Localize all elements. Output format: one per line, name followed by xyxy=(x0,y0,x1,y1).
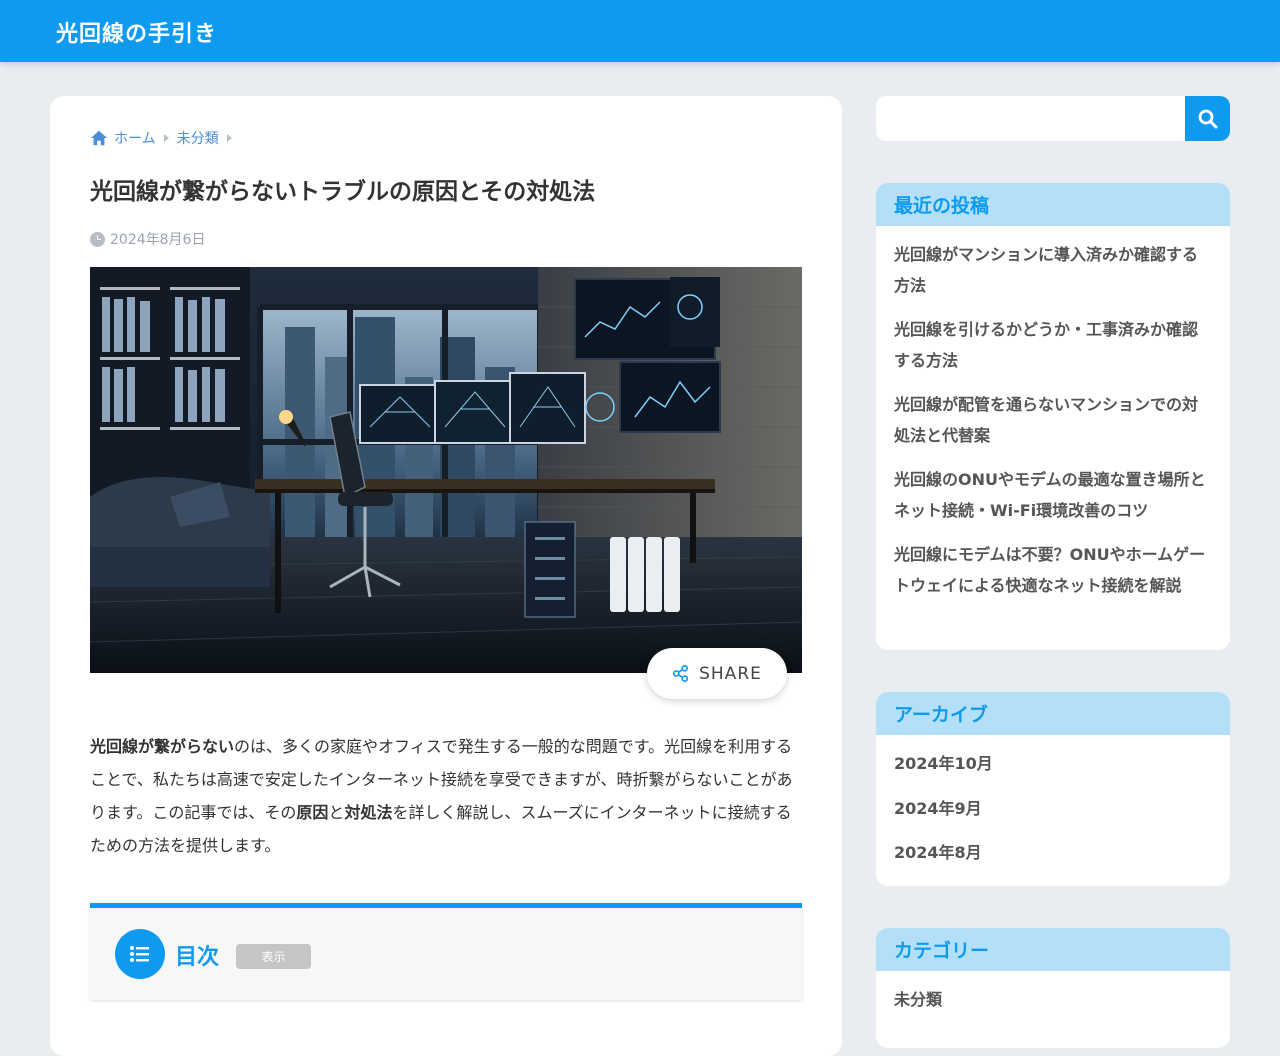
featured-image xyxy=(90,267,802,673)
breadcrumb-separator-icon xyxy=(226,134,232,142)
archive-list: 2024年10月 2024年9月 2024年8月 xyxy=(876,735,1230,868)
recent-posts-widget: 最近の投稿 光回線がマンションに導入済みか確認する方法 光回線を引けるかどうか・… xyxy=(876,183,1230,650)
search-button[interactable] xyxy=(1185,96,1230,141)
category-widget: カテゴリー 未分類 xyxy=(876,928,1230,1048)
recent-post-link[interactable]: 光回線にモデムは不要？ONUやホームゲートウェイによる快適なネット接続を解説 xyxy=(894,540,1212,601)
toc-title: 目次 xyxy=(175,945,220,970)
site-title[interactable]: 光回線の手引き xyxy=(56,16,217,48)
breadcrumb-home-link[interactable]: ホーム xyxy=(114,128,156,148)
archive-widget: アーカイブ 2024年10月 2024年9月 2024年8月 xyxy=(876,692,1230,886)
intro-and: と xyxy=(328,803,345,822)
home-icon[interactable] xyxy=(90,129,108,147)
toc-toggle-button[interactable]: 表示 xyxy=(236,944,311,969)
office-illustration xyxy=(90,267,802,673)
recent-post-link[interactable]: 光回線がマンションに導入済みか確認する方法 xyxy=(894,240,1212,301)
share-icon xyxy=(672,665,689,682)
category-title: カテゴリー xyxy=(876,928,1230,971)
category-link[interactable]: 未分類 xyxy=(894,985,1212,1015)
category-list: 未分類 xyxy=(876,971,1230,1015)
article-card: ホーム 未分類 光回線が繋がらないトラブルの原因とその対処法 2024年8月6日 xyxy=(50,96,842,1056)
site-header: 光回線の手引き xyxy=(0,0,1280,62)
recent-post-link[interactable]: 光回線を引けるかどうか・工事済みか確認する方法 xyxy=(894,315,1212,376)
table-of-contents: 目次 表示 xyxy=(90,903,802,1000)
archive-title: アーカイブ xyxy=(876,692,1230,735)
intro-bold-topic: 光回線が繋がらない xyxy=(90,737,235,756)
article-intro: 光回線が繋がらないのは、多くの家庭やオフィスで発生する一般的な問題です。光回線を… xyxy=(90,730,802,862)
search-form xyxy=(876,96,1230,141)
recent-posts-title: 最近の投稿 xyxy=(876,183,1230,226)
search-input[interactable] xyxy=(876,96,1185,141)
archive-link[interactable]: 2024年10月 xyxy=(894,749,1212,779)
post-date-text: 2024年8月6日 xyxy=(110,232,206,248)
page-title: 光回線が繋がらないトラブルの原因とその対処法 xyxy=(90,179,596,205)
post-date: 2024年8月6日 xyxy=(90,229,205,249)
recent-post-link[interactable]: 光回線が配管を通らないマンションでの対処法と代替案 xyxy=(894,390,1212,451)
share-button[interactable]: SHARE xyxy=(647,648,787,699)
breadcrumb-separator-icon xyxy=(163,134,169,142)
intro-bold-solution: 対処法 xyxy=(344,803,393,822)
intro-bold-cause: 原因 xyxy=(296,803,329,822)
clock-icon xyxy=(90,231,105,247)
recent-posts-list: 光回線がマンションに導入済みか確認する方法 光回線を引けるかどうか・工事済みか確… xyxy=(876,226,1230,601)
breadcrumb: ホーム 未分類 xyxy=(90,128,240,148)
search-icon xyxy=(1198,109,1217,128)
share-label: SHARE xyxy=(699,663,762,684)
archive-link[interactable]: 2024年8月 xyxy=(894,838,1212,868)
archive-link[interactable]: 2024年9月 xyxy=(894,794,1212,824)
list-icon xyxy=(115,929,165,979)
breadcrumb-category-link[interactable]: 未分類 xyxy=(177,128,219,148)
recent-post-link[interactable]: 光回線のONUやモデムの最適な置き場所とネット接続・Wi-Fi環境改善のコツ xyxy=(894,465,1212,526)
